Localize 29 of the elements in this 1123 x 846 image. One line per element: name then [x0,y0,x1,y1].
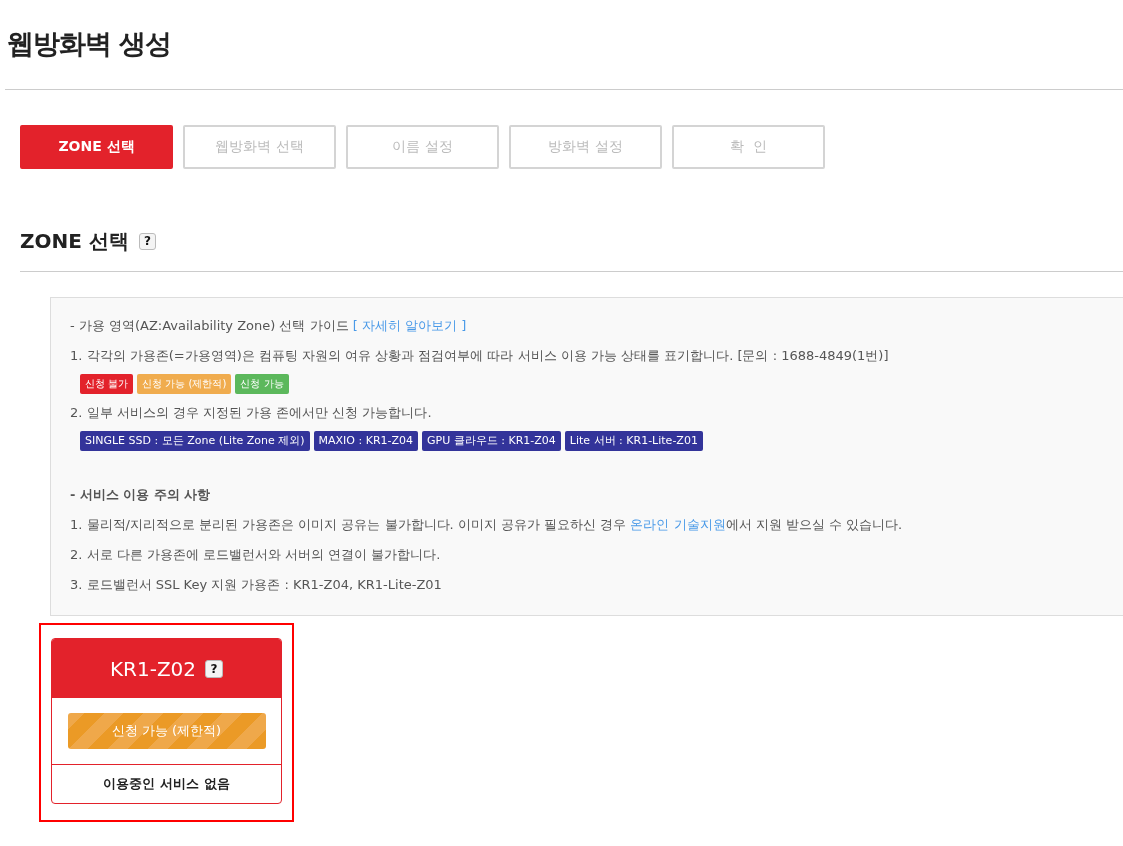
zone-name: KR1-Z02 [109,656,197,681]
step-tab[interactable]: 확 인 [672,125,825,169]
step-tab[interactable]: 웹방화벽 선택 [183,125,336,169]
notes-text: 3. 로드밸런서 SSL Key 지원 가용존 : KR1-Z04, KR1-Lite-Z01 [70,576,443,594]
step-tab[interactable]: 이름 설정 [346,125,499,169]
guide-heading: - 가용 영역(AZ:Availability Zone) 선택 가이드 [ 자세히 알아보기 ] [70,317,468,335]
step-tab[interactable]: 방화벽 설정 [509,125,662,169]
service-zone-tag: Lite 서버 : KR1-Lite-Z01 [564,431,703,451]
status-legend-badge: 신청 가능 (제한적) [137,374,232,394]
guide-text: 1. 각각의 가용존(=가용영역)은 컴퓨팅 자원의 여유 상황과 점검여부에 따라 서비스 이용 가능 상태를 표기합니다. [문의 : 1688-4849(1번)] [70,347,890,365]
guide-link[interactable]: 온라인 기술지원 [630,517,726,532]
help-button[interactable]: ? [138,232,156,250]
guide-text: 2. 일부 서비스의 경우 지정된 가용 존에서만 신청 가능합니다. [70,404,433,422]
guide-link[interactable]: [ 자세히 알아보기 ] [352,318,467,333]
service-zone-tag: MAXIO : KR1-Z04 [313,431,419,451]
section-title: ZONE 선택 [20,227,129,255]
step-tab[interactable]: ZONE 선택 [20,125,173,169]
notes-heading: - 서비스 이용 주의 사항 [70,486,212,504]
status-legend-badge: 신청 불가 [80,374,134,394]
zone-status-bar: 신청 가능 (제한적) [67,713,266,749]
zone-usage-text: 이용중인 서비스 없음 [102,775,231,793]
zone-card[interactable]: KR1-Z02 ? 신청 가능 (제한적) 이용중인 서비스 없음 [39,623,294,822]
help-button[interactable]: ? [205,659,224,678]
page-title: 웹방화벽 생성 [7,27,172,61]
service-zone-tag: SINGLE SSD : 모든 Zone (Lite Zone 제외) [80,431,310,451]
service-zone-tag: GPU 클라우드 : KR1-Z04 [422,431,561,451]
status-legend-badge: 신청 가능 [235,374,289,394]
notes-text: 1. 물리적/지리적으로 분리된 가용존은 이미지 공유는 불가합니다. 이미지 공유가 필요하신 경우 온라인 기술지원에서 지원 받으실 수 있습니다. [70,516,904,534]
notes-text: 2. 서로 다른 가용존에 로드밸런서와 서버의 연결이 불가합니다. [70,546,442,564]
